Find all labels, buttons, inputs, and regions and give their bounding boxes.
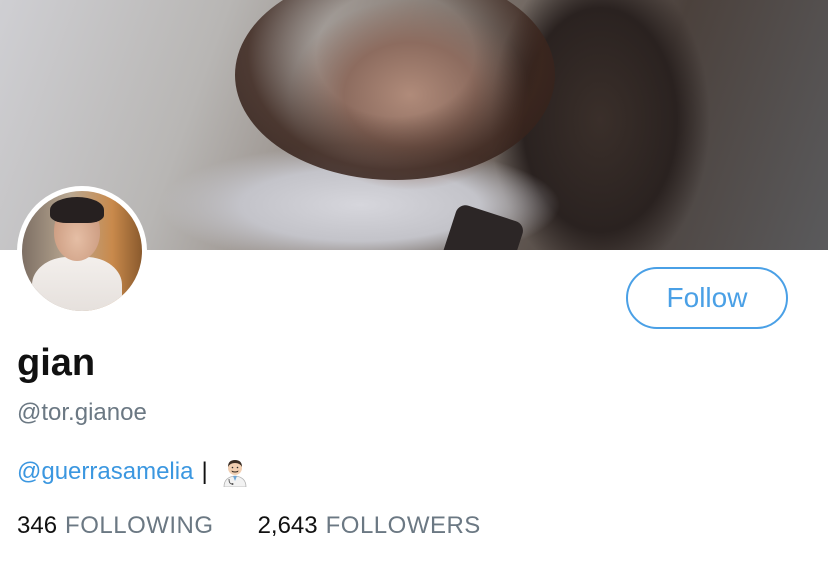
banner-photo-tie [440,202,526,250]
banner-photo-hair [235,0,555,180]
following-label: FOLLOWING [65,512,214,539]
profile-bio: @guerrasamelia | [17,455,250,489]
followers-label: FOLLOWERS [325,512,481,539]
display-name: gian [17,342,96,384]
profile-stats: 346 FOLLOWING 2,643 FOLLOWERS [17,512,481,540]
following-count: 346 [17,512,58,539]
followers-stat[interactable]: 2,643 FOLLOWERS [258,512,481,540]
avatar-shirt [32,257,122,311]
follow-button[interactable]: Follow [626,267,788,329]
bio-separator: | [201,458,208,485]
profile-avatar[interactable] [17,186,147,316]
man-health-worker-icon [220,457,250,488]
user-handle: @tor.gianoe [17,399,147,426]
bio-mention-link[interactable]: @guerrasamelia [17,458,193,486]
following-stat[interactable]: 346 FOLLOWING [17,512,214,540]
avatar-photo [22,191,142,311]
avatar-hair [50,197,104,223]
followers-count: 2,643 [257,512,318,539]
